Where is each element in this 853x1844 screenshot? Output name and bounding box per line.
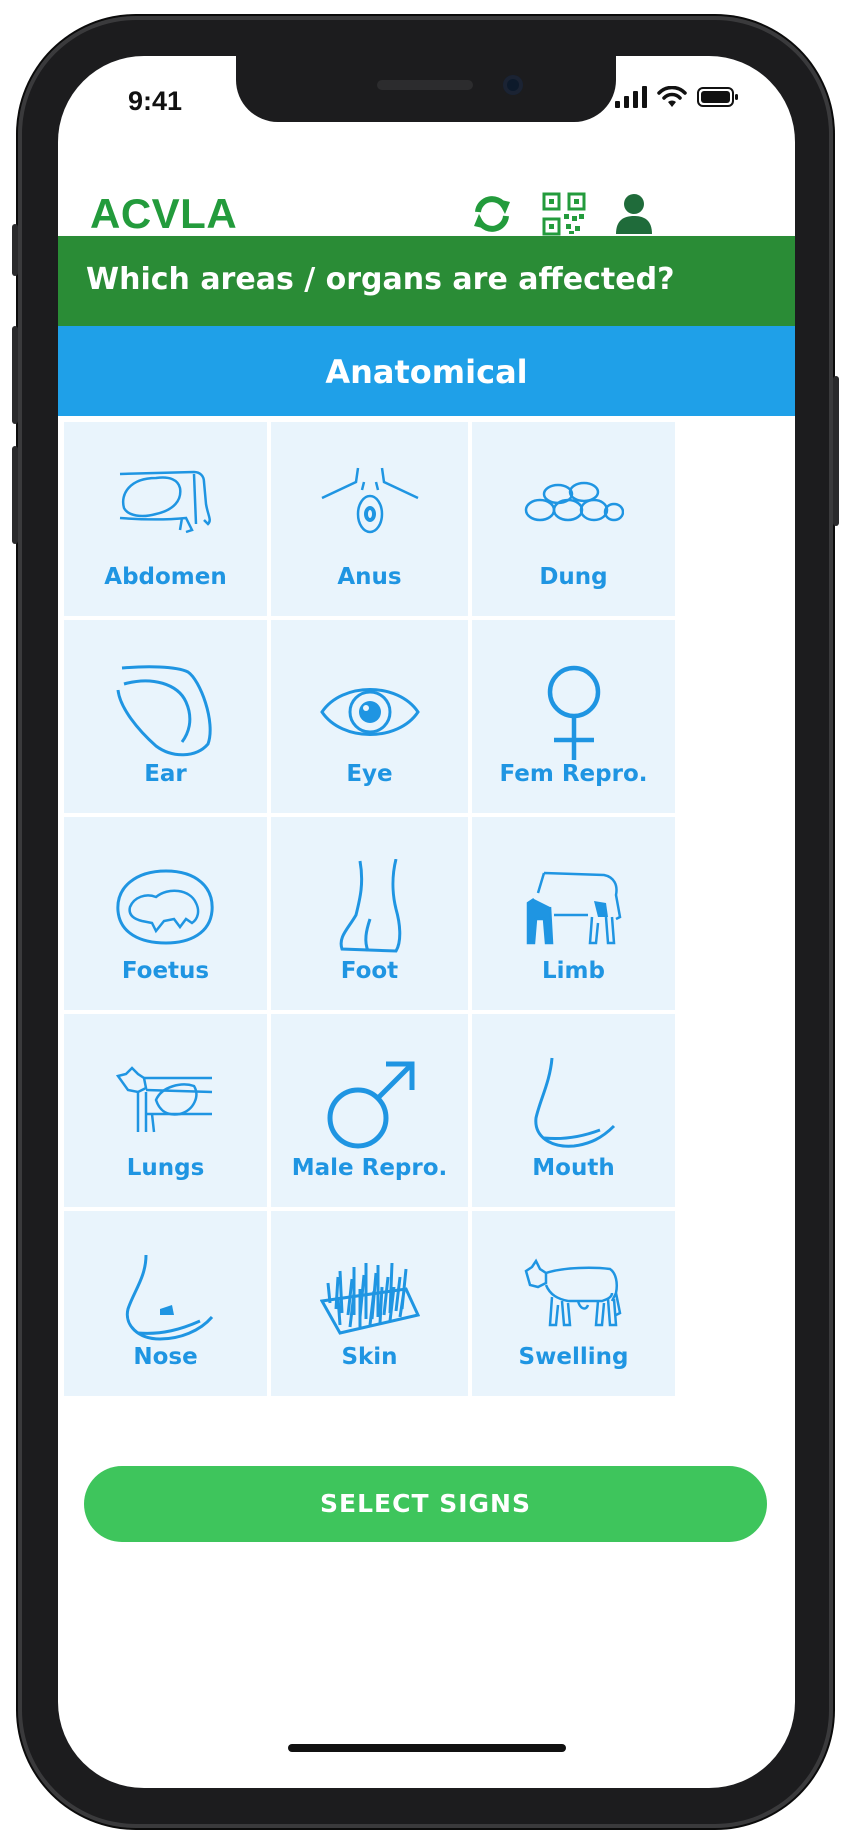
area-tile-foot[interactable]: Foot (271, 817, 468, 1010)
area-label: Nose (133, 1344, 198, 1370)
status-time: 9:41 (128, 86, 183, 116)
area-label: Ear (144, 761, 187, 787)
speaker-grille (377, 80, 473, 90)
mouth-icon (533, 1057, 615, 1148)
foot-icon (339, 859, 401, 953)
select-signs-button[interactable]: SELECT SIGNS (84, 1466, 767, 1542)
area-tile-nose[interactable]: Nose (64, 1211, 267, 1396)
volume-up-button (12, 326, 18, 424)
area-label: Mouth (532, 1155, 615, 1181)
area-tile-abdomen[interactable]: Abdomen (64, 422, 267, 616)
mute-switch (12, 224, 18, 276)
area-tile-swelling[interactable]: Swelling (472, 1211, 675, 1396)
area-label: Anus (337, 564, 402, 590)
female-symbol-icon (547, 665, 600, 760)
anus-icon (320, 467, 419, 534)
battery-icon (697, 87, 738, 107)
area-tile-foetus[interactable]: Foetus (64, 817, 267, 1010)
select-signs-label: SELECT SIGNS (320, 1489, 531, 1518)
qr-code-icon[interactable] (542, 192, 586, 236)
skin-icon (319, 1262, 420, 1335)
area-tile-ear[interactable]: Ear (64, 620, 267, 813)
area-tile-dung[interactable]: Dung (472, 422, 675, 616)
area-tile-limb[interactable]: Limb (472, 817, 675, 1010)
dung-icon (524, 481, 624, 522)
swelling-icon (524, 1258, 621, 1327)
area-label: Swelling (518, 1344, 629, 1370)
area-label: Eye (346, 761, 393, 787)
question-text: Which areas / organs are affected? (86, 262, 675, 297)
signal-icon (615, 86, 647, 108)
area-label: Foetus (121, 958, 210, 984)
limb-icon (526, 871, 621, 945)
area-label: Abdomen (104, 564, 227, 590)
front-camera (503, 75, 523, 95)
area-label: Foot (340, 958, 399, 984)
area-tile-mouth[interactable]: Mouth (472, 1014, 675, 1207)
area-label: Fem Repro. (499, 761, 648, 787)
foetus-icon (115, 869, 214, 945)
area-grid: Abdomen Anus Dung Ear Eye Fem Repro. Foe… (58, 416, 795, 1446)
abdomen-icon (119, 470, 211, 534)
area-label: Skin (341, 1344, 398, 1370)
nose-icon (125, 1254, 213, 1341)
area-label: Limb (542, 958, 605, 984)
sync-icon[interactable] (470, 192, 514, 236)
status-icons (615, 86, 739, 108)
area-tile-skin[interactable]: Skin (271, 1211, 468, 1396)
area-tile-lungs[interactable]: Lungs (64, 1014, 267, 1207)
wifi-icon (657, 86, 687, 107)
area-tile-fem-repro[interactable]: Fem Repro. (472, 620, 675, 813)
section-title: Anatomical (325, 353, 528, 391)
app-logo: ACVLA (90, 190, 238, 237)
area-label: Dung (539, 564, 608, 590)
section-header: Anatomical (58, 326, 795, 416)
screen: 9:41 ACVLA Which areas / organs are affe… (58, 56, 795, 1788)
ear-icon (116, 665, 212, 757)
power-button (833, 376, 839, 526)
area-tile-male-repro[interactable]: Male Repro. (271, 1014, 468, 1207)
area-tile-eye[interactable]: Eye (271, 620, 468, 813)
area-label: Lungs (126, 1155, 205, 1181)
eye-icon (319, 688, 420, 736)
question-banner: Which areas / organs are affected? (58, 236, 795, 326)
lungs-icon (115, 1066, 212, 1133)
user-icon[interactable] (612, 192, 656, 236)
area-label: Male Repro. (291, 1155, 448, 1181)
area-tile-anus[interactable]: Anus (271, 422, 468, 616)
volume-down-button (12, 446, 18, 544)
home-indicator[interactable] (288, 1744, 566, 1752)
male-symbol-icon (327, 1061, 414, 1149)
